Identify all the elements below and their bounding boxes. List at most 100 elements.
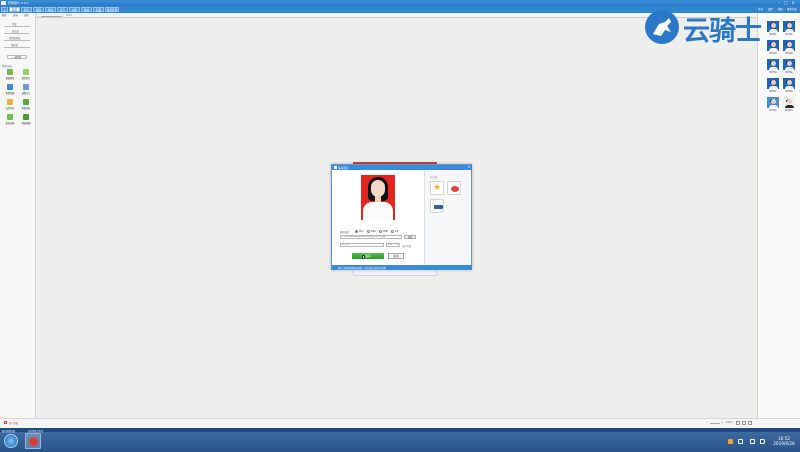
zoom-out-icon[interactable]: − xyxy=(37,14,40,18)
settings-link[interactable]: 设置 xyxy=(768,7,773,12)
status-zoom-slider[interactable] xyxy=(710,422,720,424)
tab-7[interactable]: 有趣 xyxy=(93,7,104,12)
thumbnail[interactable]: 证件照10 xyxy=(783,97,795,112)
thumbnail[interactable]: 证件照7 xyxy=(767,78,779,93)
tab-5[interactable]: 边框 xyxy=(69,7,80,12)
adjust-slider[interactable] xyxy=(4,33,30,34)
adjust-slider[interactable] xyxy=(4,40,30,41)
thumbnail-photo xyxy=(767,59,779,70)
tray-app-icon[interactable] xyxy=(728,439,733,444)
main-tab-bar xyxy=(0,6,800,13)
cancel-button[interactable]: 取消 xyxy=(388,253,404,259)
tool-label: 智能修复 xyxy=(21,107,31,110)
format-option: PNG xyxy=(371,230,376,233)
subtab-1[interactable]: 美容 xyxy=(13,14,18,18)
thumbnail[interactable]: 证件照6 xyxy=(783,59,795,74)
format-radio[interactable] xyxy=(391,229,394,233)
share-favorite-button[interactable]: ★ xyxy=(430,181,444,195)
share-renren-button[interactable] xyxy=(430,199,444,213)
adjust-slider[interactable] xyxy=(4,26,30,27)
app-title: 智能照片 6.0.1 xyxy=(8,1,29,5)
tab-8[interactable]: 批量处理 xyxy=(105,7,119,12)
zoom-slider[interactable] xyxy=(41,15,61,17)
search-icon[interactable]: ⌕ xyxy=(62,14,64,18)
network-icon[interactable] xyxy=(750,439,755,444)
format-radio[interactable] xyxy=(355,229,358,233)
tab-3[interactable]: 排版 xyxy=(45,7,56,12)
thumbnail-photo xyxy=(767,40,779,51)
thumbnail[interactable]: 证件照1 xyxy=(767,21,779,36)
filename-input[interactable]: 证件照1 xyxy=(340,243,384,247)
preview-photo xyxy=(361,175,395,220)
save-path-input[interactable]: C:\Users\Administrator\Pictures\证件照.jpg xyxy=(340,235,402,239)
thumbnail-photo xyxy=(783,40,795,51)
tool-icon xyxy=(7,99,13,105)
tray-expand-icon[interactable] xyxy=(738,439,743,444)
tools-header: 常用功能 xyxy=(2,65,12,68)
thumbnail-caption: 证件照4 xyxy=(785,52,793,55)
browse-button[interactable]: 浏览 xyxy=(404,235,416,239)
thumbnail[interactable]: 证件照5 xyxy=(767,59,779,74)
dialog-title-bar[interactable] xyxy=(332,165,472,170)
thumbnail-caption: 证件照1 xyxy=(769,33,777,36)
thumbnail[interactable]: 证件照8 xyxy=(783,78,795,93)
save-dialog: 保存照片 × 保存格式 JPG PNG BMP GIF C:\Users\Adm… xyxy=(331,164,472,270)
format-radio[interactable] xyxy=(379,229,382,233)
tab-1[interactable]: 照片 xyxy=(21,7,32,12)
zoom-in-icon[interactable]: + xyxy=(721,421,723,424)
format-radio[interactable] xyxy=(367,229,370,233)
fit-window-icon[interactable] xyxy=(736,420,740,425)
thumbnail-photo xyxy=(783,97,795,108)
taskbar-app-button[interactable] xyxy=(25,433,41,449)
tool-2[interactable]: 智能抠图 xyxy=(2,84,18,96)
tab-2[interactable]: 模版 xyxy=(33,7,44,12)
tab-home-icon[interactable]: ⌂ xyxy=(1,7,8,12)
tool-7[interactable]: 换装抠图 xyxy=(18,114,34,126)
volume-icon[interactable] xyxy=(760,439,765,444)
zoom-readout: 100% xyxy=(66,14,73,18)
adjust-slider[interactable] xyxy=(4,47,30,48)
tool-label: 换装抠图 xyxy=(21,122,31,125)
thumbnail-photo xyxy=(767,78,779,89)
fullscreen-icon[interactable] xyxy=(748,420,752,425)
actual-size-icon[interactable] xyxy=(742,420,746,425)
tab-0[interactable]: 首页 xyxy=(9,7,20,12)
thumbnail[interactable]: 证件照2 xyxy=(783,21,795,36)
tool-icon xyxy=(7,114,13,120)
tab-4[interactable]: 文字 xyxy=(57,7,68,12)
tool-4[interactable]: 去除背景 xyxy=(2,99,18,111)
help-link[interactable]: 帮助 xyxy=(778,7,783,12)
open-folder-link[interactable]: 打开所在文件夹 xyxy=(28,429,43,433)
save-button[interactable]: 保存 xyxy=(352,253,384,259)
one-click-beautify-button[interactable]: 一键美化 xyxy=(7,55,27,59)
thumbnail-caption: 证件照6 xyxy=(785,71,793,74)
start-button[interactable] xyxy=(4,434,18,448)
tab-6[interactable]: 特效 xyxy=(81,7,92,12)
tool-6[interactable]: 批量修图 xyxy=(2,114,18,126)
thumbnail-caption: 证件照3 xyxy=(769,52,777,55)
thumbnail-caption: 证件照2 xyxy=(785,33,793,36)
upgrade-link[interactable]: 版本升级 xyxy=(787,7,797,12)
thumbnail[interactable]: 证件照3 xyxy=(767,40,779,55)
subtab-2[interactable]: 调色 xyxy=(24,14,29,18)
star-icon: ★ xyxy=(433,183,442,193)
tool-3[interactable]: 调整尺寸 xyxy=(18,84,34,96)
dialog-close-button[interactable]: × xyxy=(466,165,472,170)
original-image-icon xyxy=(4,421,7,424)
thumbnail-photo xyxy=(783,21,795,32)
tool-icon xyxy=(23,114,29,120)
share-weibo-button[interactable] xyxy=(447,181,461,195)
zoom-out-icon[interactable]: − xyxy=(706,421,708,424)
tool-5[interactable]: 智能修复 xyxy=(18,99,34,111)
thumbnail-caption: 证件照10 xyxy=(784,109,794,112)
tool-1[interactable]: 裁剪照片 xyxy=(18,69,34,81)
subtab-0[interactable]: 精修 xyxy=(2,14,7,18)
thumbnail-photo xyxy=(783,59,795,70)
thumbnail[interactable]: 证件照4 xyxy=(783,40,795,55)
show-original-link[interactable]: 显示原图 xyxy=(9,421,18,425)
taskbar-clock[interactable]: 16:52 2019/6/28 xyxy=(770,436,798,446)
thumbnail[interactable]: 证件照9 xyxy=(767,97,779,112)
quality-label: 图片质量 xyxy=(402,245,412,248)
notification-text[interactable]: 照片处理完成 xyxy=(2,429,15,433)
tool-0[interactable]: 抠图换底 xyxy=(2,69,18,81)
